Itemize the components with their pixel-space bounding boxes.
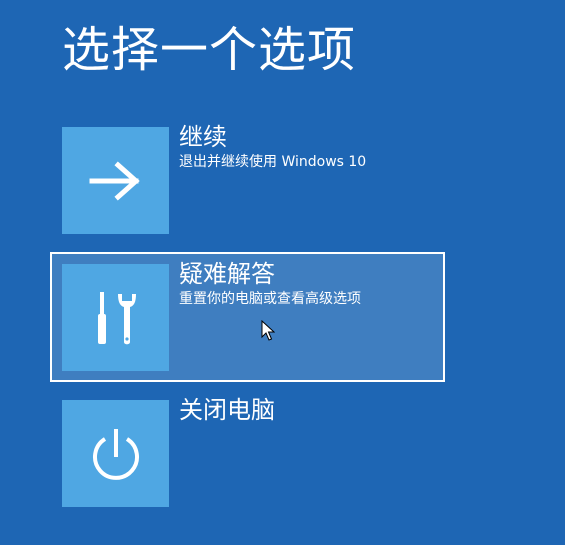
power-off-text: 关闭电脑 (179, 393, 275, 427)
continue-title: 继续 (179, 123, 227, 151)
power-off-title: 关闭电脑 (179, 396, 275, 424)
continue-text: 继续 退出并继续使用 Windows 10 (179, 120, 366, 172)
page-title: 选择一个选项 (62, 22, 357, 78)
arrow-right-icon (89, 160, 140, 201)
power-off-tile (62, 400, 169, 507)
recovery-screen: 选择一个选项 继续 退出并继续使用 Windows 10 疑难解答 重置你的电脑… (0, 0, 565, 545)
troubleshoot-title: 疑难解答 (179, 260, 275, 288)
continue-tile (62, 127, 169, 234)
tools-icon (97, 291, 136, 344)
power-icon (92, 428, 139, 480)
continue-description: 退出并继续使用 Windows 10 (179, 154, 367, 170)
power-off-option[interactable]: 关闭电脑 (50, 393, 445, 523)
troubleshoot-text: 疑难解答 重置你的电脑或查看高级选项 (179, 257, 361, 309)
troubleshoot-option[interactable]: 疑难解答 重置你的电脑或查看高级选项 (50, 252, 445, 382)
continue-option[interactable]: 继续 退出并继续使用 Windows 10 (50, 120, 445, 250)
troubleshoot-tile (62, 264, 169, 371)
mouse-cursor-icon (261, 320, 275, 341)
troubleshoot-description: 重置你的电脑或查看高级选项 (179, 291, 361, 307)
